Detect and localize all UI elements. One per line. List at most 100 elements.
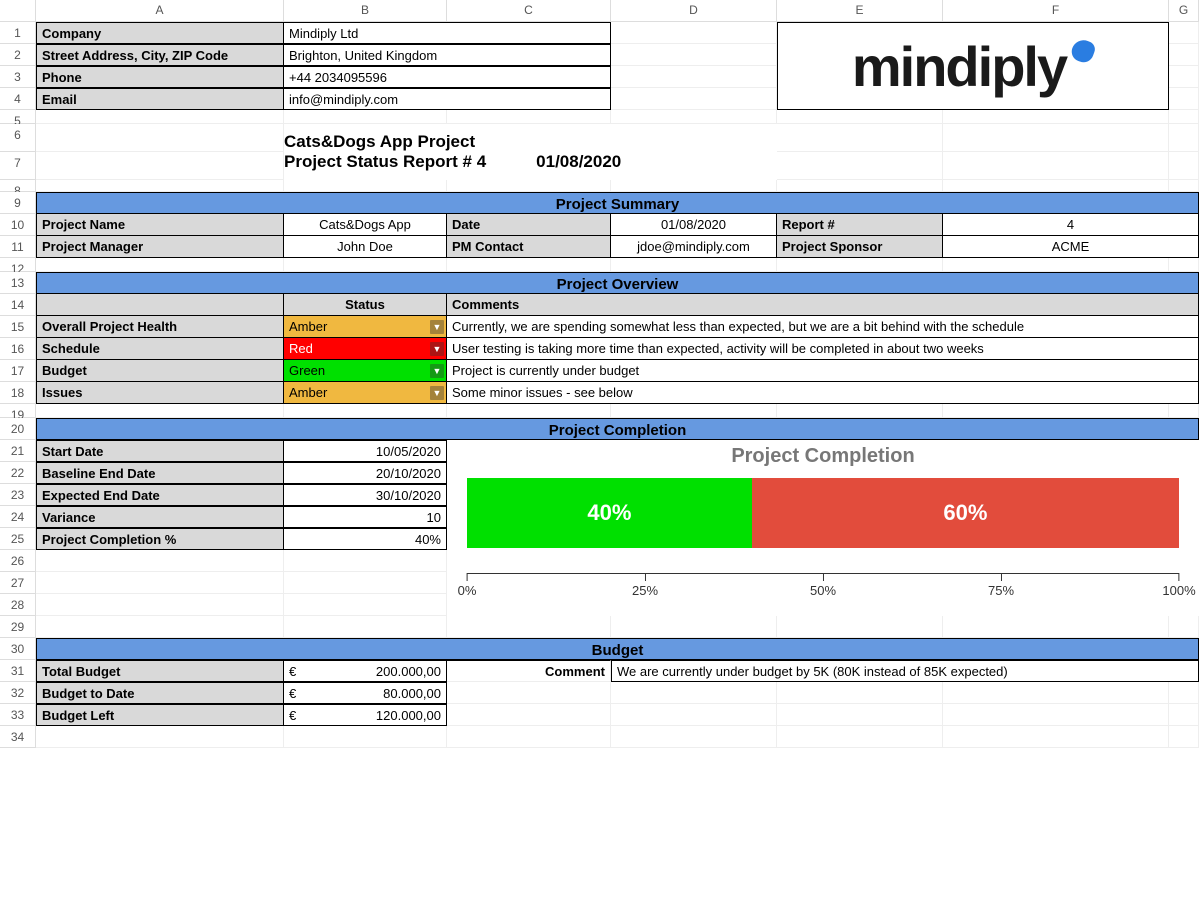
- cell[interactable]: [284, 726, 447, 748]
- cell[interactable]: [777, 180, 943, 192]
- status-dropdown[interactable]: Amber: [284, 316, 447, 338]
- cell[interactable]: [1169, 124, 1199, 152]
- cell[interactable]: [284, 572, 447, 594]
- cell[interactable]: [36, 152, 284, 180]
- cell[interactable]: [1169, 66, 1199, 88]
- budget-comment[interactable]: We are currently under budget by 5K (80K…: [611, 660, 1199, 682]
- cell[interactable]: [943, 682, 1169, 704]
- row-num-2[interactable]: 2: [0, 44, 36, 66]
- budget-value-left[interactable]: €120.000,00: [284, 704, 447, 726]
- ov-comment[interactable]: Project is currently under budget: [447, 360, 1199, 382]
- val-pm[interactable]: John Doe: [284, 236, 447, 258]
- budget-value-total[interactable]: €200.000,00: [284, 660, 447, 682]
- row-num-8[interactable]: 8: [0, 180, 36, 192]
- cell[interactable]: [447, 258, 611, 272]
- cell[interactable]: [777, 124, 943, 152]
- row-num-22[interactable]: 22: [0, 462, 36, 484]
- cell[interactable]: [284, 258, 447, 272]
- col-head-F[interactable]: F: [943, 0, 1169, 22]
- cell[interactable]: [36, 110, 284, 124]
- cell[interactable]: [447, 726, 611, 748]
- row-num-34[interactable]: 34: [0, 726, 36, 748]
- val-proj-name[interactable]: Cats&Dogs App: [284, 214, 447, 236]
- cell[interactable]: [777, 704, 943, 726]
- cell[interactable]: [943, 616, 1169, 638]
- cell[interactable]: [777, 682, 943, 704]
- ov-comment[interactable]: User testing is taking more time than ex…: [447, 338, 1199, 360]
- row-num-30[interactable]: 30: [0, 638, 36, 660]
- cell[interactable]: [284, 616, 447, 638]
- cell[interactable]: [943, 258, 1169, 272]
- cell[interactable]: [447, 616, 611, 638]
- cell[interactable]: [611, 180, 777, 192]
- cell[interactable]: [447, 704, 611, 726]
- cell[interactable]: [611, 682, 777, 704]
- cell[interactable]: [777, 726, 943, 748]
- row-num-10[interactable]: 10: [0, 214, 36, 236]
- row-num-5[interactable]: 5: [0, 110, 36, 124]
- status-dropdown[interactable]: Red: [284, 338, 447, 360]
- row-num-7[interactable]: 7: [0, 152, 36, 180]
- cell[interactable]: [611, 404, 777, 418]
- val-date[interactable]: 01/08/2020: [611, 214, 777, 236]
- cell[interactable]: [284, 404, 447, 418]
- cell[interactable]: [611, 22, 777, 44]
- cell[interactable]: [943, 152, 1169, 180]
- row-num-1[interactable]: 1: [0, 22, 36, 44]
- cell[interactable]: [611, 726, 777, 748]
- cell[interactable]: [1169, 180, 1199, 192]
- row-num-14[interactable]: 14: [0, 294, 36, 316]
- row-num-20[interactable]: 20: [0, 418, 36, 440]
- cell[interactable]: [777, 616, 943, 638]
- cell[interactable]: [611, 66, 777, 88]
- cell[interactable]: [284, 110, 447, 124]
- cell[interactable]: [1169, 88, 1199, 110]
- row-num-9[interactable]: 9: [0, 192, 36, 214]
- val-report[interactable]: 4: [943, 214, 1199, 236]
- cell[interactable]: [447, 404, 611, 418]
- comp-value-variance[interactable]: 10: [284, 506, 447, 528]
- cell[interactable]: [1169, 44, 1199, 66]
- cell[interactable]: [447, 682, 611, 704]
- val-contact[interactable]: jdoe@mindiply.com: [611, 236, 777, 258]
- cell[interactable]: [36, 124, 284, 152]
- cell[interactable]: [36, 616, 284, 638]
- cell[interactable]: [611, 616, 777, 638]
- col-head-C[interactable]: C: [447, 0, 611, 22]
- comp-value-expected[interactable]: 30/10/2020: [284, 484, 447, 506]
- cell[interactable]: [777, 258, 943, 272]
- cell[interactable]: [943, 404, 1169, 418]
- row-num-26[interactable]: 26: [0, 550, 36, 572]
- cell[interactable]: [284, 550, 447, 572]
- row-num-24[interactable]: 24: [0, 506, 36, 528]
- cell[interactable]: [36, 404, 284, 418]
- row-num-21[interactable]: 21: [0, 440, 36, 462]
- cell[interactable]: [284, 594, 447, 616]
- cell[interactable]: [36, 726, 284, 748]
- val-sponsor[interactable]: ACME: [943, 236, 1199, 258]
- cell[interactable]: [943, 726, 1169, 748]
- cell[interactable]: [611, 44, 777, 66]
- row-num-12[interactable]: 12: [0, 258, 36, 272]
- cell[interactable]: [1169, 404, 1199, 418]
- cell[interactable]: [36, 180, 284, 192]
- cell[interactable]: [777, 404, 943, 418]
- ov-comment[interactable]: Some minor issues - see below: [447, 382, 1199, 404]
- value-phone[interactable]: +44 2034095596: [284, 66, 611, 88]
- value-company[interactable]: Mindiply Ltd: [284, 22, 611, 44]
- col-head-B[interactable]: B: [284, 0, 447, 22]
- row-num-31[interactable]: 31: [0, 660, 36, 682]
- row-num-29[interactable]: 29: [0, 616, 36, 638]
- row-num-11[interactable]: 11: [0, 236, 36, 258]
- status-dropdown[interactable]: Amber: [284, 382, 447, 404]
- row-num-16[interactable]: 16: [0, 338, 36, 360]
- row-num-3[interactable]: 3: [0, 66, 36, 88]
- cell[interactable]: [36, 594, 284, 616]
- cell[interactable]: [1169, 704, 1199, 726]
- row-num-32[interactable]: 32: [0, 682, 36, 704]
- cell[interactable]: [1169, 258, 1199, 272]
- row-num-19[interactable]: 19: [0, 404, 36, 418]
- cell[interactable]: [777, 152, 943, 180]
- comp-value-start[interactable]: 10/05/2020: [284, 440, 447, 462]
- cell[interactable]: [943, 180, 1169, 192]
